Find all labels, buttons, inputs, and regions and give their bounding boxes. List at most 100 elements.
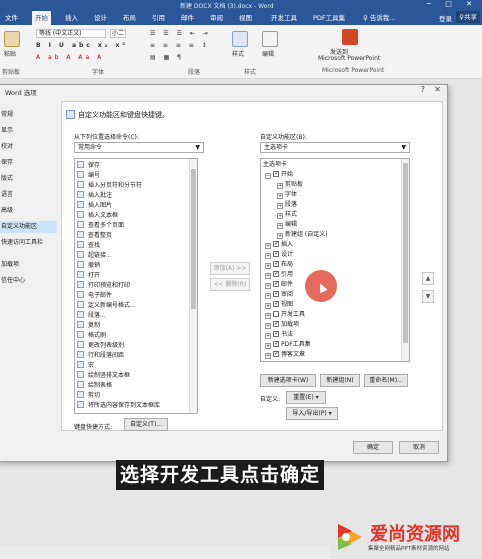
tell-me-search[interactable]: ♀ 告诉我... bbox=[360, 11, 399, 25]
tab-checkbox[interactable] bbox=[273, 259, 279, 268]
command-item[interactable]: 打印预览和打印 bbox=[77, 281, 130, 290]
command-item[interactable]: 绘制表格 bbox=[77, 381, 112, 390]
command-item[interactable]: 查看整页 bbox=[77, 231, 112, 240]
tab-checkbox[interactable] bbox=[273, 289, 279, 298]
nav-customize-ribbon[interactable]: 自定义功能区 bbox=[0, 221, 57, 233]
move-up-button[interactable]: ▲ bbox=[422, 272, 434, 285]
tree-item[interactable]: + 编辑 bbox=[277, 220, 297, 229]
tab-checkbox[interactable] bbox=[273, 349, 279, 358]
nav-display[interactable]: 显示 bbox=[0, 125, 57, 137]
commands-listbox[interactable]: 保存 编号 插入分页符和分节符 插入批注 插入图片 插入文本框 查看多个页面 查看整页 查找 超链… bbox=[74, 158, 198, 414]
expand-icon[interactable]: + bbox=[277, 203, 283, 209]
nav-add-ins[interactable]: 加载项 bbox=[0, 259, 57, 271]
tab-references[interactable]: 引用 bbox=[149, 11, 168, 25]
share-button[interactable]: ♀共享 bbox=[456, 11, 480, 23]
tree-item[interactable]: + 审阅 bbox=[265, 289, 293, 299]
command-item[interactable]: 插入分页符和分节符 bbox=[77, 181, 142, 190]
tab-view[interactable]: 视图 bbox=[236, 11, 255, 25]
rename-button[interactable]: 重命名(M)... bbox=[364, 374, 408, 387]
command-item[interactable]: 剪切 bbox=[77, 391, 100, 400]
tab-checkbox[interactable] bbox=[273, 319, 279, 328]
tab-insert[interactable]: 插入 bbox=[62, 11, 81, 25]
align-buttons[interactable]: ≡ ≡ ≡ ≡ ↕ bbox=[150, 42, 210, 49]
nav-quick-access-toolbar[interactable]: 快速访问工具栏 bbox=[0, 237, 57, 249]
tree-item[interactable]: + 样式 bbox=[277, 210, 297, 219]
command-item[interactable]: 撤销 bbox=[77, 261, 100, 270]
tab-checkbox[interactable] bbox=[273, 169, 279, 178]
command-item[interactable]: 编号 bbox=[77, 171, 100, 180]
command-item[interactable]: 宏 bbox=[77, 361, 94, 370]
paste-icon[interactable] bbox=[4, 31, 20, 47]
tree-item[interactable]: + 加载项 bbox=[265, 319, 299, 329]
tree-item[interactable]: + 剪贴板 bbox=[277, 180, 303, 189]
expand-icon[interactable]: + bbox=[265, 353, 271, 359]
styles-icon[interactable] bbox=[232, 31, 248, 47]
tab-checkbox[interactable] bbox=[273, 269, 279, 278]
command-item[interactable]: 超链接... bbox=[77, 251, 112, 260]
expand-icon[interactable]: + bbox=[265, 253, 271, 259]
tab-checkbox[interactable] bbox=[273, 239, 279, 248]
reset-button[interactable]: 重置(E) ▾ bbox=[286, 391, 326, 404]
tab-design[interactable]: 设计 bbox=[91, 11, 110, 25]
shading-buttons[interactable]: ▤ ▦ ¶ bbox=[150, 54, 184, 61]
tree-item[interactable]: + 插入 bbox=[265, 239, 293, 249]
customize-shortcuts-button[interactable]: 自定义(T)... bbox=[124, 418, 168, 431]
font-color-buttons[interactable]: A ab A Aa A bbox=[36, 54, 104, 61]
tab-checkbox[interactable] bbox=[273, 339, 279, 348]
expand-icon[interactable]: + bbox=[265, 323, 271, 329]
tree-item[interactable]: + 博客文章 bbox=[265, 349, 305, 359]
collapse-icon[interactable]: − bbox=[265, 173, 271, 179]
tree-item[interactable]: − 开始 bbox=[265, 169, 293, 179]
expand-icon[interactable]: + bbox=[265, 283, 271, 289]
command-item[interactable]: 电子邮件 bbox=[77, 291, 112, 300]
remove-button[interactable]: << 删除(R) bbox=[210, 278, 250, 291]
tree-item[interactable]: + 新建组 (自定义) bbox=[277, 230, 328, 239]
expand-icon[interactable]: + bbox=[265, 333, 271, 339]
tab-layout[interactable]: 布局 bbox=[120, 11, 139, 25]
commands-scrollbar[interactable] bbox=[189, 159, 197, 413]
expand-icon[interactable]: + bbox=[265, 273, 271, 279]
command-item[interactable]: 打开 bbox=[77, 271, 100, 280]
window-controls[interactable]: ─ □ ✕ bbox=[427, 0, 478, 8]
tree-item[interactable]: + 设计 bbox=[265, 249, 293, 259]
expand-icon[interactable]: + bbox=[277, 193, 283, 199]
nav-language[interactable]: 语言 bbox=[0, 189, 57, 201]
powerpoint-icon[interactable] bbox=[342, 29, 358, 45]
tab-pdf-tools[interactable]: PDF工具集 bbox=[310, 11, 348, 25]
tab-checkbox[interactable] bbox=[273, 249, 279, 258]
command-item[interactable]: 查找 bbox=[77, 241, 100, 250]
new-tab-button[interactable]: 新建选项卡(W) bbox=[260, 374, 316, 387]
nav-layout[interactable]: 版式 bbox=[0, 173, 57, 185]
font-name-box[interactable]: 等线 (中文正文) bbox=[36, 29, 106, 38]
expand-icon[interactable]: + bbox=[277, 183, 283, 189]
cancel-button[interactable]: 取消 bbox=[399, 441, 439, 454]
command-item[interactable]: 行和段落间距 bbox=[77, 351, 124, 360]
close-icon[interactable]: ✕ bbox=[434, 85, 441, 94]
add-button[interactable]: 添加(A) >> bbox=[210, 262, 250, 275]
tab-home[interactable]: 开始 bbox=[32, 11, 51, 25]
expand-icon[interactable]: + bbox=[265, 263, 271, 269]
tree-item[interactable]: + PDF工具集 bbox=[265, 339, 311, 349]
font-format-buttons[interactable]: B I U abc x₂ x² bbox=[36, 42, 128, 49]
expand-icon[interactable]: + bbox=[277, 213, 283, 219]
command-item[interactable]: 插入文本框 bbox=[77, 211, 118, 220]
command-item[interactable]: 插入批注 bbox=[77, 191, 112, 200]
tab-checkbox[interactable] bbox=[273, 279, 279, 288]
tree-item[interactable]: + 书法 bbox=[265, 329, 293, 339]
expand-icon[interactable]: + bbox=[265, 293, 271, 299]
login-link[interactable]: 登录 bbox=[439, 13, 452, 23]
tab-checkbox[interactable] bbox=[273, 299, 279, 308]
font-size-box[interactable]: 小二 bbox=[110, 29, 126, 38]
customize-ribbon-dropdown[interactable]: 主选项卡 ▼ bbox=[260, 142, 410, 153]
command-item[interactable]: 更改列表级别 bbox=[77, 341, 124, 350]
command-item[interactable]: 格式刷 bbox=[77, 331, 106, 340]
import-export-button[interactable]: 导入/导出(P) ▾ bbox=[286, 407, 338, 420]
tab-checkbox[interactable] bbox=[273, 311, 279, 317]
command-item[interactable]: 定义新编号格式... bbox=[77, 301, 136, 310]
tree-item[interactable]: + 邮件 bbox=[265, 279, 293, 289]
tab-checkbox[interactable] bbox=[273, 329, 279, 338]
expand-icon[interactable]: + bbox=[265, 303, 271, 309]
nav-trust-center[interactable]: 信任中心 bbox=[0, 275, 57, 287]
nav-save[interactable]: 保存 bbox=[0, 157, 57, 169]
file-tab[interactable]: 文件 bbox=[2, 11, 21, 25]
